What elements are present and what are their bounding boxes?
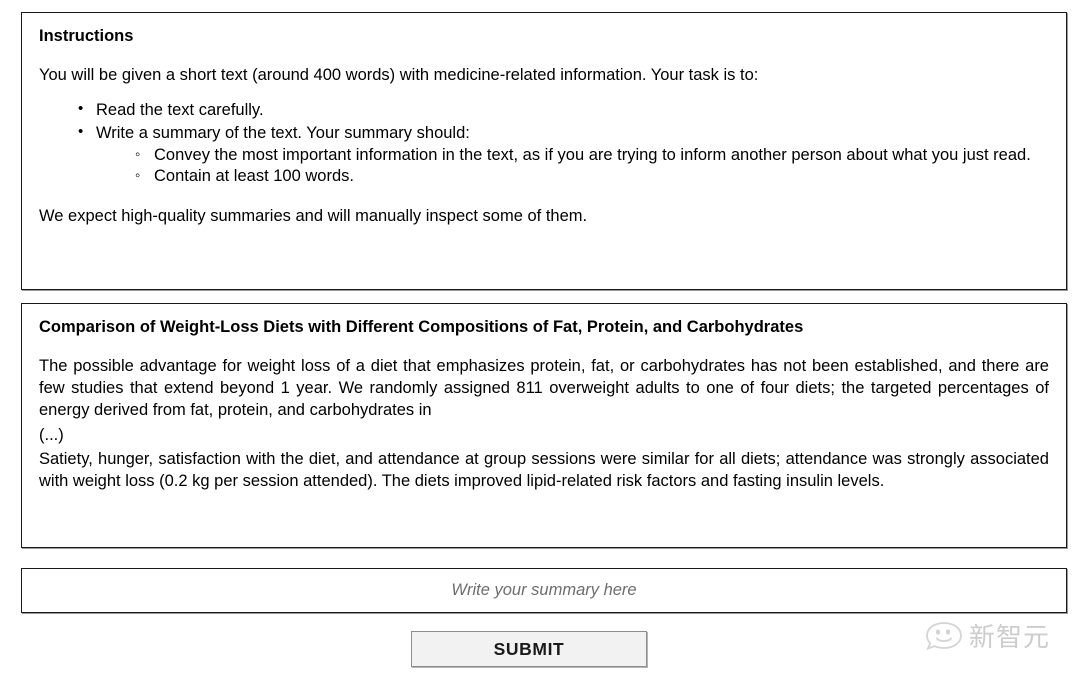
article-content: Comparison of Weight-Loss Diets with Dif… xyxy=(22,304,1066,492)
instructions-intro: You will be given a short text (around 4… xyxy=(39,65,759,84)
article-paragraph-1: The possible advantage for weight loss o… xyxy=(39,356,1049,420)
step-label: Read the text carefully. xyxy=(96,99,1049,122)
article-title: Comparison of Weight-Loss Diets with Dif… xyxy=(39,318,804,336)
substep-label: Contain at least 100 words. xyxy=(154,166,1049,188)
instructions-substep-list: Convey the most important information in… xyxy=(96,145,1049,189)
article-ellipsis: (...) xyxy=(39,425,64,444)
instructions-closing: We expect high-quality summaries and wil… xyxy=(39,207,588,226)
article-panel: Comparison of Weight-Loss Diets with Dif… xyxy=(21,303,1067,548)
watermark: 新智元 xyxy=(924,612,1072,658)
article-paragraph-2: Satiety, hunger, satisfaction with the d… xyxy=(39,449,1049,491)
list-item: Read the text carefully. xyxy=(96,99,1049,122)
substep-label: Convey the most important information in… xyxy=(154,145,1049,167)
instructions-heading: Instructions xyxy=(39,27,134,45)
summary-input[interactable] xyxy=(22,569,1066,612)
step-label: Write a summary of the text. Your summar… xyxy=(96,122,1049,145)
list-item: Write a summary of the text. Your summar… xyxy=(96,122,1049,188)
instructions-content: Instructions You will be given a short t… xyxy=(22,13,1066,227)
submit-button[interactable]: SUBMIT xyxy=(411,631,647,667)
summary-input-panel[interactable] xyxy=(21,568,1067,613)
chat-smiley-icon xyxy=(926,622,962,651)
instructions-panel: Instructions You will be given a short t… xyxy=(21,12,1067,290)
list-item: Convey the most important information in… xyxy=(154,145,1049,167)
list-item: Contain at least 100 words. xyxy=(154,166,1049,188)
task-page: Instructions You will be given a short t… xyxy=(0,0,1080,680)
instructions-step-list: Read the text carefully. Write a summary… xyxy=(39,99,1049,188)
watermark-text: 新智元 xyxy=(969,622,1051,653)
